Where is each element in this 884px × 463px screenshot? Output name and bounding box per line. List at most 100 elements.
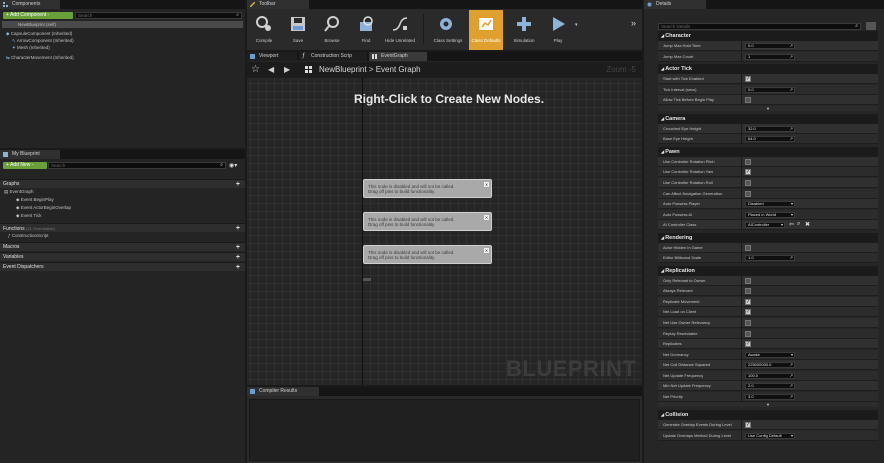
save-button[interactable]: Save	[281, 10, 315, 50]
add-component-button[interactable]: + Add Component -	[3, 12, 73, 19]
event-item-overlap[interactable]: ◆ Event ActorBeginOverlap	[16, 205, 71, 211]
component-item-capsule[interactable]: ◆ CapsuleComponent (Inherited)	[6, 31, 72, 37]
hide-unrelated-button[interactable]: Hide Unrelated	[383, 10, 417, 50]
construction-script-item[interactable]: ƒ ConstructionScript	[8, 233, 49, 239]
find-button[interactable]: Find	[349, 10, 383, 50]
my-blueprint-search-input[interactable]: Search ⌕	[48, 162, 226, 169]
details-section-header[interactable]: ◢ Rendering	[658, 232, 878, 243]
tab-details[interactable]: Details	[644, 0, 706, 9]
details-section-header[interactable]: ◢ Collision	[658, 410, 878, 421]
advanced-expand-icon[interactable]: ▼	[658, 105, 878, 111]
play-button[interactable]: Play	[541, 10, 575, 50]
tab-components[interactable]: Components	[0, 0, 60, 9]
class-defaults-button[interactable]: Class Defaults	[469, 10, 503, 50]
property-checkbox[interactable]	[745, 179, 751, 186]
property-checkbox[interactable]: ✓	[745, 169, 751, 176]
disabled-node[interactable]: This node is disabled and will not be ca…	[363, 179, 492, 198]
property-checkbox[interactable]: ✓	[745, 309, 751, 316]
add-dispatcher-icon[interactable]: +	[236, 263, 240, 272]
graph-canvas[interactable]: Right-Click to Create New Nodes. BLUEPRI…	[247, 78, 642, 385]
close-icon[interactable]: ✕	[484, 182, 489, 187]
add-new-button[interactable]: + Add New -	[3, 162, 47, 169]
disabled-node[interactable]: This node is disabled and will not be ca…	[363, 212, 492, 231]
class-settings-button[interactable]: Class Settings	[429, 10, 467, 50]
property-dropdown[interactable]: Awake ▾	[745, 351, 795, 358]
details-section-header[interactable]: ◢ Pawn	[658, 146, 878, 157]
favorite-star-icon[interactable]: ☆	[251, 64, 260, 75]
details-section-header[interactable]: ◢ Replication	[658, 265, 878, 276]
property-number-field[interactable]: 32.0 ↗	[745, 125, 795, 132]
property-checkbox[interactable]: ✓	[745, 76, 751, 83]
breadcrumb-current[interactable]: Event Graph	[376, 65, 421, 74]
property-number-field[interactable]: 225000000.0 ↗	[745, 362, 795, 369]
property-checkbox[interactable]	[745, 277, 751, 284]
details-section-header[interactable]: ◢ Camera	[658, 113, 878, 124]
property-dropdown[interactable]: Placed in World ▾	[745, 211, 795, 218]
variables-category[interactable]: Variables +	[0, 252, 245, 261]
property-number-field[interactable]: 3.0 ↗	[745, 393, 795, 400]
close-icon[interactable]: ✕	[484, 215, 489, 220]
property-number-field[interactable]: 2.0 ↗	[745, 383, 795, 390]
property-checkbox[interactable]	[745, 288, 751, 295]
property-number-field[interactable]: 0.0 ↗	[745, 43, 795, 49]
property-number-field[interactable]: 64.0 ↗	[745, 136, 795, 143]
add-function-icon[interactable]: +	[236, 224, 240, 233]
component-item-arrow[interactable]: ↖ ArrowComponent (Inherited)	[12, 38, 74, 44]
property-number-field[interactable]: 0.0 ↗	[745, 86, 795, 93]
dispatchers-category[interactable]: Event Dispatchers +	[0, 262, 245, 271]
back-arrow-icon[interactable]: ◀	[268, 65, 274, 74]
tab-compiler-results[interactable]: Compiler Results	[247, 387, 319, 396]
tab-event-graph[interactable]: EventGraph	[369, 52, 427, 61]
event-item-beginplay[interactable]: ◆ Event BeginPlay	[16, 197, 54, 203]
property-dropdown[interactable]: Use Config Default ▾	[745, 432, 795, 439]
property-number-field[interactable]: 100.0 ↗	[745, 372, 795, 379]
property-checkbox[interactable]: ✓	[745, 298, 751, 305]
property-checkbox[interactable]: ✓	[745, 422, 751, 429]
browse-arrow-icon[interactable]: ⇦	[789, 221, 794, 228]
component-root-row[interactable]: NewBlueprint (self)	[2, 21, 243, 28]
breadcrumb-root[interactable]: NewBlueprint	[319, 65, 367, 74]
graphs-category[interactable]: Graphs +	[0, 179, 245, 188]
components-search-input[interactable]: Search ⌕	[75, 12, 242, 19]
view-options-icon[interactable]	[866, 22, 876, 30]
details-search-input[interactable]: Search Details ⌕	[658, 23, 861, 30]
node-pin-stub[interactable]	[363, 278, 371, 281]
tab-my-blueprint[interactable]: My Blueprint	[0, 150, 60, 159]
view-options-icon[interactable]: ◉▾	[229, 162, 237, 169]
property-checkbox[interactable]: ✓	[745, 341, 751, 348]
play-options-chevron-icon[interactable]: ▾	[575, 22, 578, 28]
event-graph-item[interactable]: ▤ EventGraph	[4, 189, 34, 195]
event-item-tick[interactable]: ◆ Event Tick	[16, 213, 42, 219]
property-dropdown[interactable]: Disabled ▾	[745, 201, 795, 208]
property-checkbox[interactable]	[745, 97, 751, 104]
property-checkbox[interactable]	[745, 190, 751, 197]
close-icon[interactable]: ✕	[484, 248, 489, 253]
details-section-header[interactable]: ◢ Character	[658, 31, 878, 41]
compile-button[interactable]: Compile	[247, 10, 281, 50]
property-number-field[interactable]: 1 ↗	[745, 53, 795, 60]
add-macro-icon[interactable]: +	[236, 243, 240, 252]
tab-viewport[interactable]: Viewport	[247, 52, 297, 61]
property-checkbox[interactable]	[745, 330, 751, 337]
macros-category[interactable]: Macros +	[0, 242, 245, 251]
tab-construction-script[interactable]: ƒ Construction Scrip	[299, 52, 367, 61]
search-icon[interactable]: ⌕	[797, 221, 800, 228]
details-section-header[interactable]: ◢ Actor Tick	[658, 64, 878, 75]
clear-icon[interactable]: ✖	[805, 221, 810, 228]
functions-category[interactable]: Functions (21 Overridable) +	[0, 223, 245, 232]
simulation-button[interactable]: Simulation	[507, 10, 541, 50]
forward-arrow-icon[interactable]: ▶	[284, 65, 290, 74]
property-number-field[interactable]: 1.0 ↗	[745, 255, 795, 262]
property-checkbox[interactable]	[745, 320, 751, 326]
add-variable-icon[interactable]: +	[236, 253, 240, 262]
browse-button[interactable]: Browse	[315, 10, 349, 50]
toolbar-overflow-icon[interactable]: »	[631, 18, 636, 28]
disabled-node[interactable]: This node is disabled and will not be ca…	[363, 245, 492, 264]
component-item-movement[interactable]: ⇆ CharacterMovement (Inherited)	[6, 55, 74, 61]
advanced-expand-icon[interactable]: ▼	[658, 402, 878, 408]
property-checkbox[interactable]	[745, 244, 751, 251]
property-checkbox[interactable]	[745, 158, 751, 165]
add-graph-icon[interactable]: +	[236, 180, 240, 189]
property-dropdown[interactable]: AIController ▾	[745, 222, 785, 229]
tab-toolbar[interactable]: Toolbar	[247, 0, 309, 9]
